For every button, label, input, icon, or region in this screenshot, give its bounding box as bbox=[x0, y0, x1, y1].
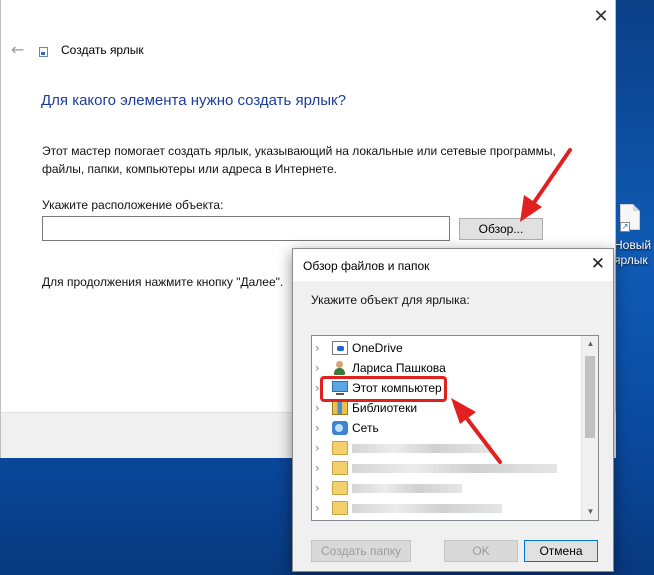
folder-icon bbox=[332, 481, 348, 495]
tree-item-folder[interactable]: › bbox=[312, 458, 582, 478]
scrollbar-thumb[interactable] bbox=[585, 356, 595, 438]
tree-item-network[interactable]: › Сеть bbox=[312, 418, 582, 438]
browse-files-dialog: Обзор файлов и папок ✕ Укажите объект дл… bbox=[292, 248, 614, 572]
shortcut-arrow-icon: ↗ bbox=[620, 222, 630, 232]
browse-button[interactable]: Обзор... bbox=[459, 218, 543, 240]
chevron-right-icon[interactable]: › bbox=[315, 421, 320, 435]
blurred-label bbox=[352, 504, 502, 513]
annotation-highlight bbox=[320, 376, 447, 402]
folder-tree[interactable]: › OneDrive › Лариса Пашкова › Этот компь… bbox=[311, 335, 599, 521]
chevron-right-icon[interactable]: › bbox=[315, 361, 320, 375]
tree-item-folder[interactable]: › bbox=[312, 518, 582, 520]
scroll-down-icon[interactable]: ▼ bbox=[582, 504, 598, 520]
dialog-title: Обзор файлов и папок bbox=[303, 259, 430, 273]
new-folder-button[interactable]: Создать папку bbox=[311, 540, 411, 562]
blurred-label bbox=[352, 484, 462, 493]
cancel-button[interactable]: Отмена bbox=[524, 540, 598, 562]
chevron-right-icon[interactable]: › bbox=[315, 461, 320, 475]
tree-item-folder[interactable]: › bbox=[312, 438, 582, 458]
location-label: Укажите расположение объекта: bbox=[42, 198, 224, 212]
chevron-right-icon[interactable]: › bbox=[315, 481, 320, 495]
window-title: Создать ярлык bbox=[61, 43, 144, 57]
tree-item-onedrive[interactable]: › OneDrive bbox=[312, 338, 582, 358]
folder-icon bbox=[332, 501, 348, 515]
folder-icon bbox=[332, 461, 348, 475]
tree-item-label: OneDrive bbox=[352, 341, 403, 355]
user-icon bbox=[332, 361, 348, 375]
tree-item-folder[interactable]: › bbox=[312, 478, 582, 498]
close-icon[interactable]: ✕ bbox=[590, 6, 612, 28]
dialog-titlebar: Обзор файлов и папок ✕ bbox=[293, 249, 613, 281]
network-icon bbox=[332, 421, 348, 435]
tree-item-label: Сеть bbox=[352, 421, 379, 435]
close-icon[interactable]: ✕ bbox=[591, 254, 605, 274]
chevron-right-icon[interactable]: › bbox=[315, 401, 320, 415]
folder-icon bbox=[332, 441, 348, 455]
location-input[interactable] bbox=[42, 216, 450, 241]
continue-hint: Для продолжения нажмите кнопку "Далее". bbox=[42, 275, 284, 289]
blurred-label bbox=[352, 444, 492, 453]
libraries-icon bbox=[332, 401, 348, 415]
page-heading: Для какого элемента нужно создать ярлык? bbox=[41, 92, 346, 109]
chevron-right-icon[interactable]: › bbox=[315, 501, 320, 515]
blurred-label bbox=[352, 464, 557, 473]
tree-item-user[interactable]: › Лариса Пашкова bbox=[312, 358, 582, 378]
tree-item-label: Библиотеки bbox=[352, 401, 418, 415]
shortcut-icon bbox=[39, 47, 48, 57]
chevron-right-icon[interactable]: › bbox=[315, 341, 320, 355]
ok-button[interactable]: OK bbox=[444, 540, 518, 562]
tree-item-label: Лариса Пашкова bbox=[352, 361, 446, 375]
chevron-right-icon[interactable]: › bbox=[315, 441, 320, 455]
tree-item-folder[interactable]: › bbox=[312, 498, 582, 518]
onedrive-icon bbox=[332, 341, 348, 355]
scroll-up-icon[interactable]: ▲ bbox=[582, 336, 598, 352]
dialog-prompt: Укажите объект для ярлыка: bbox=[311, 293, 470, 307]
back-arrow-icon[interactable]: ← bbox=[11, 40, 24, 59]
wizard-description: Этот мастер помогает создать ярлык, указ… bbox=[42, 144, 556, 176]
tree-scrollbar[interactable]: ▲ ▼ bbox=[581, 336, 598, 520]
